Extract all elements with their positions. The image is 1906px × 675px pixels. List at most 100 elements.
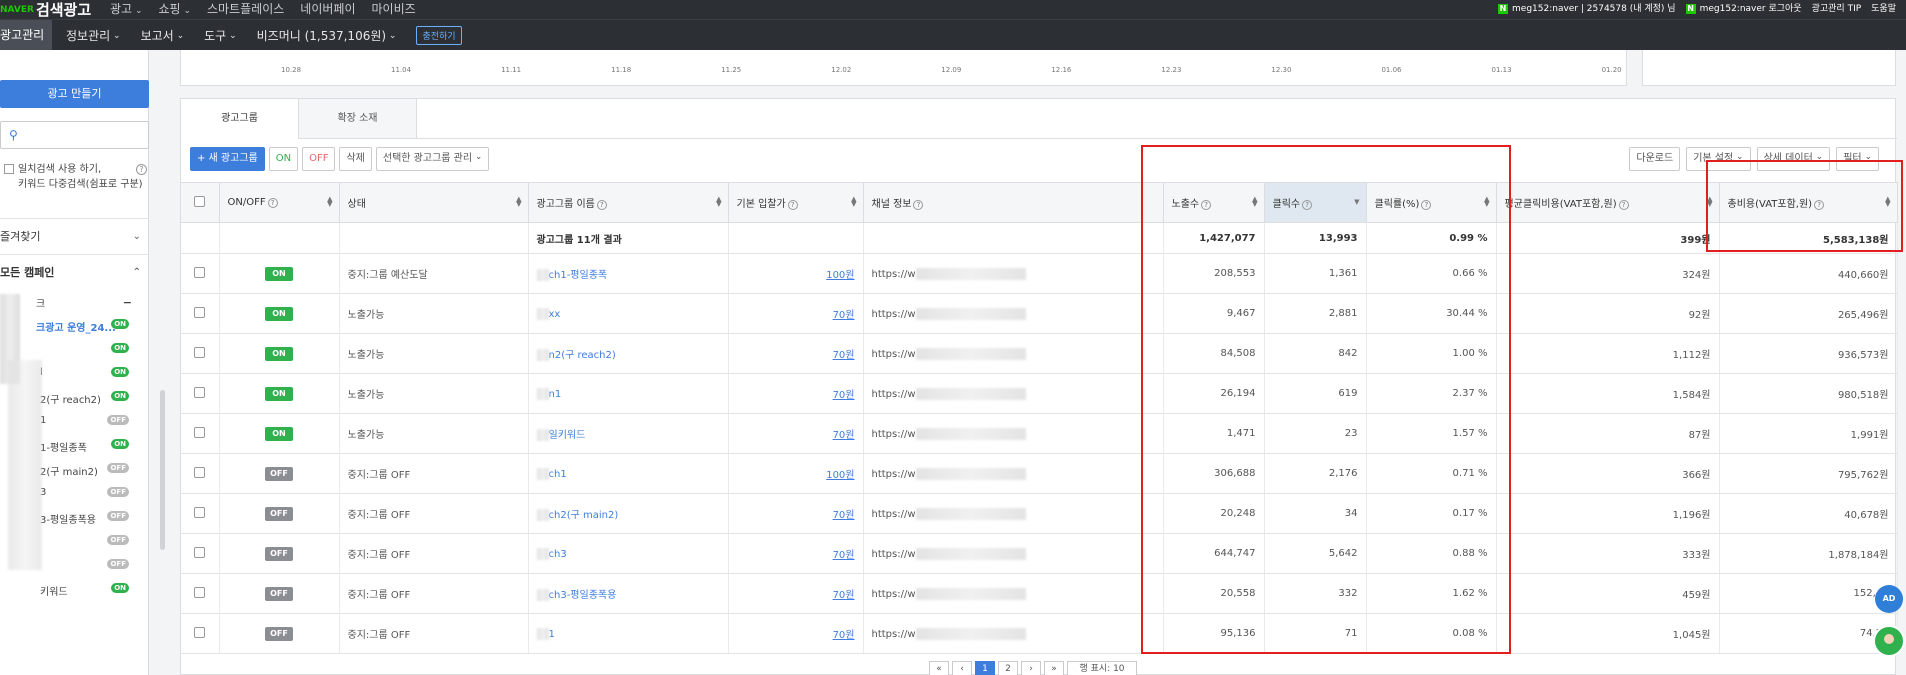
row-channel: https://w	[863, 373, 1164, 414]
row-bid[interactable]: 70원	[728, 613, 864, 654]
row-name[interactable]: ch3-평일종폭용	[528, 573, 729, 614]
row-name[interactable]: 일키워드	[528, 413, 729, 454]
nav-tools[interactable]: 도구	[204, 27, 237, 44]
exact-search-checkbox[interactable]	[4, 164, 14, 174]
ad-helper-icon[interactable]: AD	[1875, 585, 1903, 613]
onoff-toggle[interactable]: OFF	[265, 506, 293, 521]
adgroup-item[interactable]: 키워드 ON	[0, 578, 149, 602]
row-checkbox[interactable]	[194, 386, 206, 398]
page-2-button[interactable]: 2	[998, 661, 1018, 675]
onoff-toggle[interactable]: ON	[265, 346, 293, 361]
nav-info-manage[interactable]: 정보관리	[66, 27, 121, 44]
select-all-checkbox[interactable]	[194, 195, 206, 207]
onoff-toggle[interactable]: ON	[265, 306, 293, 321]
prev-page-button[interactable]: ‹	[952, 661, 972, 675]
manage-selected-dropdown[interactable]: 선택한 광고그룹 관리	[375, 147, 490, 171]
charge-button[interactable]: 충전하기	[416, 26, 462, 45]
col-cpc[interactable]: 평균클릭비용(VAT포함,원)? ▲ ▼	[1496, 182, 1720, 223]
row-bid[interactable]: 70원	[728, 493, 864, 534]
nav-report[interactable]: 보고서	[141, 27, 185, 44]
favorites-section[interactable]: 즐겨찾기 ⌄	[0, 218, 149, 254]
top-menu-shopping[interactable]: 쇼핑	[159, 0, 192, 16]
adgroup-item[interactable]: ON	[0, 338, 149, 362]
onoff-toggle[interactable]: ON	[265, 426, 293, 441]
row-bid[interactable]: 70원	[728, 293, 864, 334]
onoff-toggle[interactable]: ON	[265, 266, 293, 281]
next-page-button[interactable]: ›	[1021, 661, 1041, 675]
collapse-icon[interactable]: −	[120, 295, 135, 310]
row-checkbox[interactable]	[194, 546, 206, 558]
delete-button[interactable]: 삭제	[339, 147, 372, 171]
tab-adgroup[interactable]: 광고그룹	[181, 99, 299, 139]
row-checkbox-cell	[181, 613, 220, 654]
page-1-button[interactable]: 1	[975, 661, 995, 675]
off-button[interactable]: OFF	[302, 147, 336, 171]
nav-ad-manage[interactable]: 광고관리	[0, 20, 52, 51]
row-checkbox[interactable]	[194, 266, 206, 278]
sidebar-scrollbar[interactable]	[160, 390, 165, 550]
sidebar-search-input[interactable]: ⚲	[0, 121, 149, 149]
tip-link[interactable]: 광고관리 TIP	[1812, 1, 1862, 14]
row-cost: 1,878,184원	[1719, 533, 1898, 574]
row-cpc: 459원	[1496, 573, 1720, 614]
col-name[interactable]: 광고그룹 이름? ▲ ▼	[528, 182, 729, 223]
row-name[interactable]: 1	[528, 613, 729, 654]
naver-logo[interactable]: NAVER 검색광고	[0, 0, 91, 19]
blurred-text	[536, 387, 549, 400]
logout-link[interactable]: Nmeg152:naver 로그아웃	[1685, 1, 1802, 14]
row-bid[interactable]: 70원	[728, 573, 864, 614]
row-channel: https://w	[863, 293, 1164, 334]
campaign-item[interactable]: 크광고 운영_24... ON	[0, 314, 149, 338]
top-menu-naverpay[interactable]: 네이버페이	[300, 0, 355, 16]
row-name[interactable]: xx	[528, 293, 729, 334]
col-status[interactable]: 상태 ▲ ▼	[339, 182, 529, 223]
help-link[interactable]: 도움말	[1871, 1, 1896, 14]
row-name[interactable]: ch2(구 main2)	[528, 493, 729, 534]
onoff-toggle[interactable]: OFF	[265, 626, 293, 641]
row-bid[interactable]: 70원	[728, 533, 864, 574]
row-bid[interactable]: 70원	[728, 333, 864, 374]
onoff-toggle[interactable]: ON	[265, 386, 293, 401]
row-checkbox[interactable]	[194, 346, 206, 358]
onoff-toggle[interactable]: OFF	[265, 586, 293, 601]
row-bid[interactable]: 100원	[728, 253, 864, 294]
chatbot-avatar-icon[interactable]	[1873, 625, 1905, 657]
row-name[interactable]: ch3	[528, 533, 729, 574]
help-icon[interactable]: ?	[136, 164, 147, 175]
table-row: OFF 중지:그룹 OFF 1 70원 https://w 95,136 71 0.08 % 1…	[181, 613, 1898, 654]
download-button[interactable]: 다운로드	[1629, 147, 1681, 171]
top-menu-mybiz[interactable]: 마이비즈	[371, 0, 415, 16]
onoff-toggle[interactable]: OFF	[265, 546, 293, 561]
tab-extension[interactable]: 확장 소재	[299, 99, 417, 139]
top-menu-smartplace[interactable]: 스마트플레이스	[207, 0, 284, 16]
rows-per-page-select[interactable]: 행 표시: 10	[1067, 661, 1137, 675]
create-ad-button[interactable]: 광고 만들기	[0, 80, 149, 108]
onoff-toggle[interactable]: OFF	[265, 466, 293, 481]
new-adgroup-button[interactable]: + 새 광고그룹	[190, 147, 265, 171]
account-info[interactable]: Nmeg152:naver | 2574578 (내 계정) 님	[1498, 1, 1676, 14]
col-bid[interactable]: 기본 입찰가? ▲ ▼	[728, 182, 864, 223]
campaign-item[interactable]: 크 −	[0, 290, 149, 314]
row-checkbox[interactable]	[194, 626, 206, 638]
on-button[interactable]: ON	[268, 147, 299, 171]
row-bid[interactable]: 70원	[728, 413, 864, 454]
row-checkbox[interactable]	[194, 506, 206, 518]
col-onoff[interactable]: ON/OFF? ▲ ▼	[219, 182, 340, 223]
col-channel[interactable]: 채널 정보?	[863, 182, 1164, 223]
row-name[interactable]: n2(구 reach2)	[528, 333, 729, 374]
row-checkbox[interactable]	[194, 466, 206, 478]
row-checkbox[interactable]	[194, 306, 206, 318]
top-menu-ad[interactable]: 광고	[110, 0, 143, 16]
last-page-button[interactable]: »	[1044, 661, 1064, 675]
nav-bizmoney[interactable]: 비즈머니 (1,537,106원)	[257, 27, 397, 44]
first-page-button[interactable]: «	[929, 661, 949, 675]
row-bid[interactable]: 70원	[728, 373, 864, 414]
row-bid[interactable]: 100원	[728, 453, 864, 494]
row-name[interactable]: ch1-평일종폭	[528, 253, 729, 294]
row-name[interactable]: n1	[528, 373, 729, 414]
blurred-text	[536, 547, 549, 560]
row-checkbox[interactable]	[194, 426, 206, 438]
row-name[interactable]: ch1	[528, 453, 729, 494]
row-checkbox[interactable]	[194, 586, 206, 598]
all-campaigns-section[interactable]: 모든 캠페인 ⌃	[0, 254, 149, 290]
